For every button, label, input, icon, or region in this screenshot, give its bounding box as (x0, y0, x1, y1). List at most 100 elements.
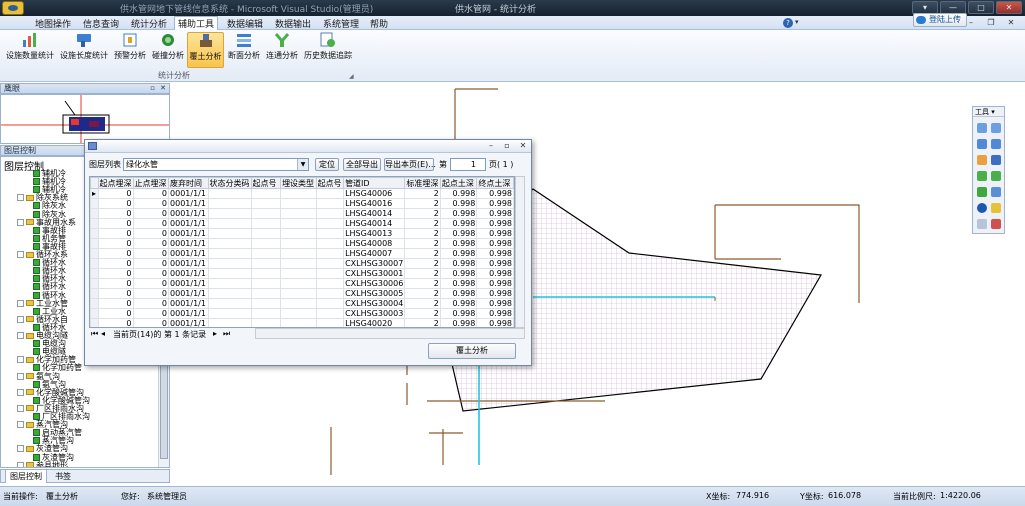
expand-icon[interactable] (17, 388, 24, 396)
menu-statistics[interactable]: 统计分析 (128, 17, 170, 30)
next-record-icon[interactable]: ▸ (213, 329, 217, 338)
menu-data-edit[interactable]: 数据编辑 (224, 17, 266, 30)
collision-analysis-button[interactable]: 碰撞分析 (150, 32, 186, 68)
layer-visible-icon[interactable] (33, 267, 40, 275)
row-header[interactable] (90, 248, 99, 259)
table-row[interactable]: 0 0 0001/1/1 LHSG40013 2 0.998 0.998 (90, 228, 514, 239)
first-record-icon[interactable]: ⏮ (91, 329, 98, 339)
facility-length-button[interactable]: 设施长度统计 (58, 32, 110, 68)
export-page-button[interactable]: 导出本页(E)... (384, 158, 436, 171)
expand-icon[interactable] (17, 461, 24, 467)
row-header[interactable] (90, 318, 99, 327)
previous-record-icon[interactable]: ◂ (101, 329, 105, 338)
table-row[interactable]: ▸ 0 0 0001/1/1 LHSG40006 2 0.998 0.998 (90, 188, 514, 199)
expand-icon[interactable] (17, 251, 24, 258)
export-all-button[interactable]: 全部导出 (343, 158, 381, 171)
row-header[interactable] (90, 238, 99, 249)
chevron-down-icon[interactable]: ▾ (795, 18, 799, 26)
layer-visible-icon[interactable] (33, 275, 40, 283)
previous-extent-icon[interactable] (977, 171, 987, 181)
menu-data-output[interactable]: 数据输出 (272, 17, 314, 30)
column-header[interactable]: 起点号 (250, 177, 282, 189)
next-extent-icon[interactable] (991, 171, 1001, 181)
layer-visible-icon[interactable] (33, 396, 40, 404)
row-header[interactable] (90, 278, 99, 289)
expand-icon[interactable] (17, 445, 24, 453)
soil-cover-analyze-button[interactable]: 覆土分析 (428, 343, 516, 359)
eagle-eye-map[interactable] (0, 94, 170, 144)
menu-aux-tools[interactable]: 辅助工具 (174, 16, 219, 30)
table-row[interactable]: 0 0 0001/1/1 LHSG40020 2 0.998 0.998 (90, 318, 514, 327)
page-number-input[interactable]: 1 (450, 158, 486, 171)
connectivity-analysis-button[interactable]: 连通分析 (264, 32, 300, 68)
menu-map-ops[interactable]: 地图操作 (32, 17, 74, 30)
table-vertical-scrollbar[interactable] (515, 176, 525, 328)
column-header[interactable]: 状态分类码 (207, 177, 252, 189)
expand-icon[interactable] (17, 332, 24, 339)
menu-info-query[interactable]: 信息查询 (80, 17, 122, 30)
table-row[interactable]: 0 0 0001/1/1 LHSG40008 2 0.998 0.998 (90, 238, 514, 249)
restore-icon[interactable]: ❐ (985, 18, 997, 28)
table-row[interactable]: 0 0 0001/1/1 CXLHSG30003 2 0.998 0.998 (90, 308, 514, 319)
identify-icon[interactable] (991, 203, 1001, 213)
fixed-zoom-in-icon[interactable] (977, 139, 987, 149)
layer-visible-icon[interactable] (33, 234, 40, 242)
layer-visible-icon[interactable] (33, 340, 40, 348)
table-row[interactable]: 0 0 0001/1/1 CXLHSG30005 2 0.998 0.998 (90, 288, 514, 299)
chevron-down-icon[interactable]: ▼ (297, 159, 308, 170)
menu-system-admin[interactable]: 系统管理 (320, 17, 362, 30)
table-row[interactable]: 0 0 0001/1/1 LHSG40014 2 0.998 0.998 (90, 208, 514, 219)
minimize-button[interactable]: – (485, 141, 497, 150)
layer-visible-icon[interactable] (33, 178, 40, 186)
tab-bookmarks[interactable]: 书签 (51, 470, 75, 483)
table-row[interactable]: 0 0 0001/1/1 CXLHSG30004 2 0.998 0.998 (90, 298, 514, 309)
layer-visible-icon[interactable] (33, 283, 40, 291)
zoom-in-icon[interactable] (977, 123, 987, 133)
column-header[interactable]: 管道ID (343, 177, 406, 189)
facility-count-button[interactable]: 设施数量统计 (4, 32, 56, 68)
expand-icon[interactable] (17, 299, 24, 307)
help-icon[interactable]: ? (783, 18, 793, 28)
maximize-button[interactable]: ▫ (501, 141, 513, 150)
layer-visible-icon[interactable] (33, 380, 40, 388)
layer-visible-icon[interactable] (33, 429, 40, 437)
close-icon[interactable]: ✕ (160, 84, 166, 93)
column-header[interactable]: 终点土深 (476, 177, 514, 189)
layer-visible-icon[interactable] (33, 453, 40, 461)
layer-visible-icon[interactable] (33, 364, 40, 372)
row-header[interactable] (90, 198, 99, 209)
expand-icon[interactable] (17, 315, 24, 323)
maximize-button[interactable]: □ (968, 1, 994, 14)
row-header[interactable] (90, 288, 99, 299)
expand-icon[interactable] (17, 372, 24, 380)
table-row[interactable]: 0 0 0001/1/1 LHSG40014 2 0.998 0.998 (90, 218, 514, 229)
layer-visible-icon[interactable] (33, 202, 40, 210)
row-header[interactable] (90, 228, 99, 239)
fixed-zoom-out-icon[interactable] (991, 139, 1001, 149)
tree-item[interactable]: 参县地形 (17, 461, 68, 467)
row-header[interactable] (90, 258, 99, 269)
dialog-launcher-icon[interactable]: ◢ (349, 73, 354, 80)
table-row[interactable]: 0 0 0001/1/1 LHSG40016 2 0.998 0.998 (90, 198, 514, 209)
section-analysis-button[interactable]: 断面分析 (226, 32, 262, 68)
table-row[interactable]: 0 0 0001/1/1 CXLHSG30006 2 0.998 0.998 (90, 278, 514, 289)
table-row[interactable]: 0 0 0001/1/1 LHSG40007 2 0.998 0.998 (90, 248, 514, 259)
eraser-icon[interactable] (991, 219, 1001, 229)
layer-visible-icon[interactable] (33, 170, 40, 177)
table-row[interactable]: 0 0 0001/1/1 CXLHSG30007 2 0.998 0.998 (90, 258, 514, 269)
row-header[interactable] (90, 208, 99, 219)
column-header[interactable]: 标准埋深 (404, 177, 441, 189)
full-extent-icon[interactable] (991, 155, 1001, 165)
expand-icon[interactable] (17, 404, 24, 412)
menu-help[interactable]: 帮助 (367, 17, 391, 30)
expand-icon[interactable] (17, 194, 24, 202)
pan-hand-icon[interactable] (977, 155, 987, 165)
warning-analysis-button[interactable]: 预警分析 (112, 32, 148, 68)
zoom-out-icon[interactable] (991, 123, 1001, 133)
row-header[interactable] (90, 308, 99, 319)
last-record-icon[interactable]: ⏭ (223, 329, 230, 339)
column-header[interactable]: 起点号 (315, 177, 345, 189)
layer-visible-icon[interactable] (33, 259, 40, 267)
info-icon[interactable] (977, 203, 987, 213)
expand-icon[interactable] (17, 421, 24, 429)
